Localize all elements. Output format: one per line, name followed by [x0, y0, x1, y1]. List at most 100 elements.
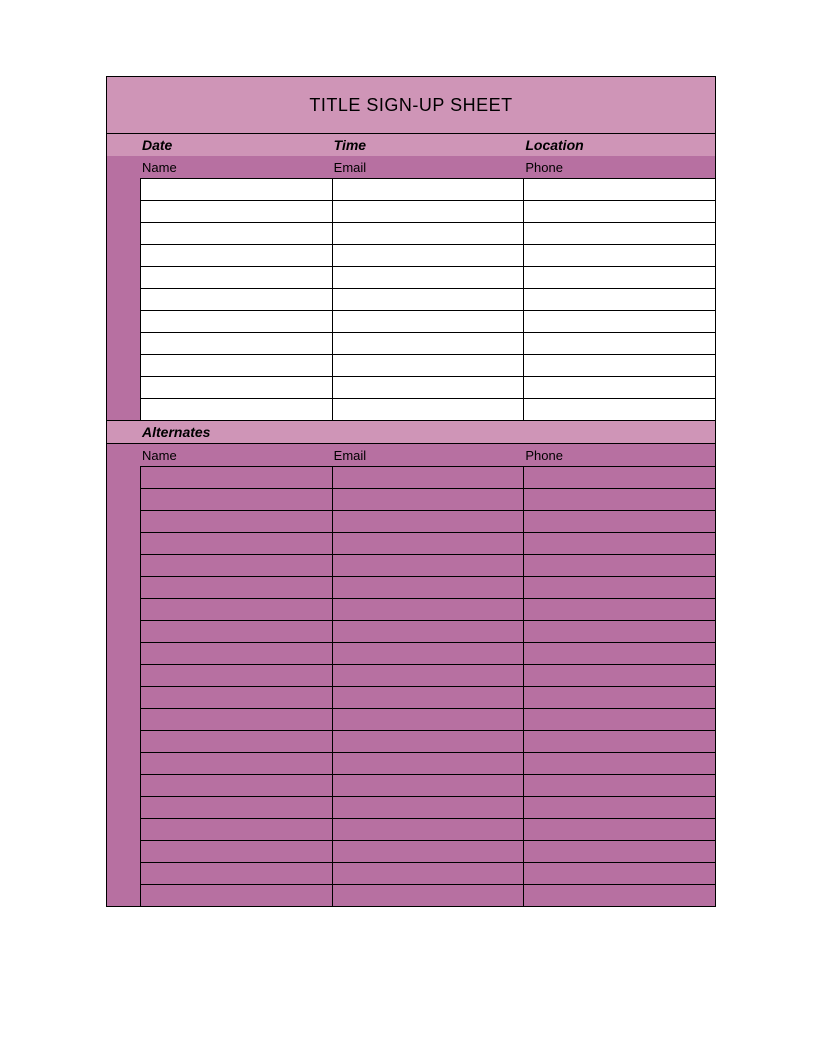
- table-cell[interactable]: [332, 377, 524, 398]
- table-cell[interactable]: [523, 643, 715, 664]
- table-row[interactable]: [140, 730, 715, 752]
- table-row[interactable]: [140, 686, 715, 708]
- table-cell[interactable]: [523, 201, 715, 222]
- table-cell[interactable]: [523, 775, 715, 796]
- table-row[interactable]: [140, 244, 715, 266]
- table-cell[interactable]: [523, 863, 715, 884]
- table-row[interactable]: [140, 884, 715, 906]
- table-cell[interactable]: [523, 753, 715, 774]
- table-cell[interactable]: [332, 863, 524, 884]
- table-row[interactable]: [140, 288, 715, 310]
- table-cell[interactable]: [332, 399, 524, 420]
- table-cell[interactable]: [523, 533, 715, 554]
- table-cell[interactable]: [332, 201, 524, 222]
- table-cell[interactable]: [332, 223, 524, 244]
- table-cell[interactable]: [140, 577, 332, 598]
- table-cell[interactable]: [140, 665, 332, 686]
- table-row[interactable]: [140, 200, 715, 222]
- table-cell[interactable]: [140, 841, 332, 862]
- table-cell[interactable]: [140, 467, 332, 488]
- table-row[interactable]: [140, 178, 715, 200]
- table-cell[interactable]: [332, 775, 524, 796]
- table-row[interactable]: [140, 266, 715, 288]
- table-cell[interactable]: [332, 819, 524, 840]
- table-cell[interactable]: [523, 555, 715, 576]
- table-cell[interactable]: [332, 511, 524, 532]
- table-cell[interactable]: [523, 355, 715, 376]
- table-cell[interactable]: [140, 489, 332, 510]
- table-cell[interactable]: [523, 841, 715, 862]
- table-row[interactable]: [140, 598, 715, 620]
- table-cell[interactable]: [332, 731, 524, 752]
- table-cell[interactable]: [523, 885, 715, 906]
- table-cell[interactable]: [523, 577, 715, 598]
- table-cell[interactable]: [523, 489, 715, 510]
- table-cell[interactable]: [140, 819, 332, 840]
- table-row[interactable]: [140, 708, 715, 730]
- table-cell[interactable]: [140, 377, 332, 398]
- table-cell[interactable]: [332, 267, 524, 288]
- table-row[interactable]: [140, 576, 715, 598]
- table-cell[interactable]: [140, 621, 332, 642]
- table-cell[interactable]: [523, 311, 715, 332]
- table-cell[interactable]: [523, 333, 715, 354]
- table-cell[interactable]: [523, 511, 715, 532]
- table-cell[interactable]: [523, 731, 715, 752]
- table-cell[interactable]: [332, 797, 524, 818]
- table-cell[interactable]: [523, 687, 715, 708]
- table-cell[interactable]: [523, 377, 715, 398]
- table-cell[interactable]: [332, 179, 524, 200]
- table-cell[interactable]: [140, 533, 332, 554]
- table-cell[interactable]: [140, 201, 332, 222]
- table-cell[interactable]: [140, 797, 332, 818]
- table-cell[interactable]: [332, 841, 524, 862]
- table-cell[interactable]: [140, 731, 332, 752]
- table-cell[interactable]: [332, 643, 524, 664]
- table-cell[interactable]: [523, 665, 715, 686]
- table-cell[interactable]: [140, 245, 332, 266]
- table-row[interactable]: [140, 310, 715, 332]
- table-cell[interactable]: [523, 797, 715, 818]
- table-cell[interactable]: [332, 311, 524, 332]
- table-cell[interactable]: [140, 687, 332, 708]
- table-cell[interactable]: [140, 599, 332, 620]
- table-cell[interactable]: [332, 687, 524, 708]
- table-cell[interactable]: [140, 555, 332, 576]
- table-cell[interactable]: [332, 489, 524, 510]
- table-row[interactable]: [140, 532, 715, 554]
- table-cell[interactable]: [332, 665, 524, 686]
- table-cell[interactable]: [523, 399, 715, 420]
- table-cell[interactable]: [523, 223, 715, 244]
- table-row[interactable]: [140, 818, 715, 840]
- table-cell[interactable]: [332, 355, 524, 376]
- table-row[interactable]: [140, 862, 715, 884]
- table-cell[interactable]: [332, 599, 524, 620]
- table-row[interactable]: [140, 840, 715, 862]
- table-row[interactable]: [140, 510, 715, 532]
- table-cell[interactable]: [523, 289, 715, 310]
- table-row[interactable]: [140, 398, 715, 420]
- table-cell[interactable]: [140, 179, 332, 200]
- table-row[interactable]: [140, 664, 715, 686]
- table-cell[interactable]: [140, 311, 332, 332]
- table-row[interactable]: [140, 554, 715, 576]
- table-cell[interactable]: [332, 467, 524, 488]
- table-cell[interactable]: [140, 885, 332, 906]
- table-row[interactable]: [140, 354, 715, 376]
- table-cell[interactable]: [523, 709, 715, 730]
- table-cell[interactable]: [140, 775, 332, 796]
- table-cell[interactable]: [140, 355, 332, 376]
- table-cell[interactable]: [332, 885, 524, 906]
- table-cell[interactable]: [140, 863, 332, 884]
- table-row[interactable]: [140, 642, 715, 664]
- table-row[interactable]: [140, 488, 715, 510]
- table-row[interactable]: [140, 466, 715, 488]
- table-cell[interactable]: [140, 709, 332, 730]
- table-cell[interactable]: [140, 753, 332, 774]
- table-cell[interactable]: [523, 467, 715, 488]
- table-cell[interactable]: [523, 621, 715, 642]
- table-cell[interactable]: [332, 289, 524, 310]
- table-cell[interactable]: [140, 223, 332, 244]
- table-row[interactable]: [140, 376, 715, 398]
- table-cell[interactable]: [332, 555, 524, 576]
